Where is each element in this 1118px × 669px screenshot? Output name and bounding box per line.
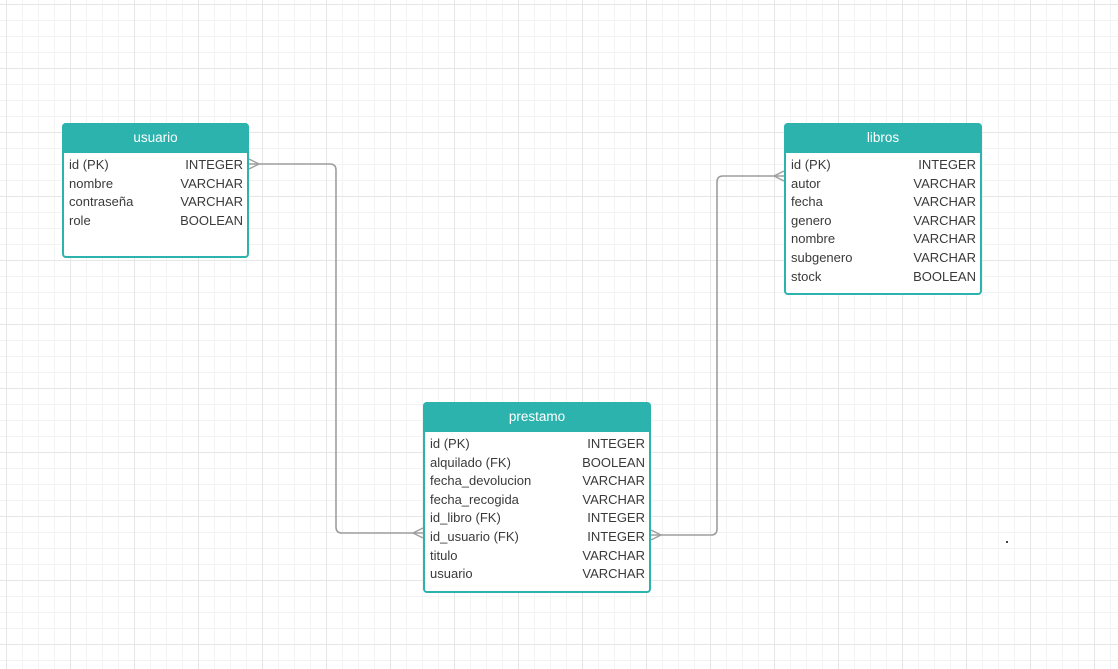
field-row[interactable]: subgenero VARCHAR bbox=[791, 249, 976, 268]
field-row[interactable]: genero VARCHAR bbox=[791, 212, 976, 231]
field-row[interactable]: stock BOOLEAN bbox=[791, 268, 976, 287]
field-row[interactable]: usuario VARCHAR bbox=[430, 565, 645, 584]
field-row[interactable]: role BOOLEAN bbox=[69, 212, 243, 231]
field-name: fecha_devolucion bbox=[430, 473, 532, 489]
field-type: VARCHAR bbox=[180, 175, 243, 191]
entity-prestamo-title[interactable]: prestamo bbox=[423, 402, 651, 432]
field-row[interactable]: nombre VARCHAR bbox=[791, 230, 976, 249]
entity-libros-fields: id (PK) INTEGER autor VARCHAR fecha VARCHAR ge… bbox=[786, 153, 980, 290]
field-name: genero bbox=[791, 212, 832, 228]
diagram-canvas[interactable]: usuario id (PK) INTEGER nombre VARCHAR contr… bbox=[0, 0, 1118, 669]
field-type: VARCHAR bbox=[913, 175, 976, 191]
field-type: VARCHAR bbox=[913, 212, 976, 228]
field-name: id (PK) bbox=[430, 436, 470, 451]
field-name: usuario bbox=[430, 566, 473, 582]
field-type: BOOLEAN bbox=[582, 454, 645, 470]
field-type: VARCHAR bbox=[913, 231, 976, 247]
field-type: INTEGER bbox=[587, 510, 645, 526]
entity-usuario-title[interactable]: usuario bbox=[62, 123, 249, 153]
field-type: VARCHAR bbox=[913, 249, 976, 265]
field-row[interactable]: fecha_devolucion VARCHAR bbox=[430, 472, 645, 491]
field-row[interactable]: nombre VARCHAR bbox=[69, 175, 243, 194]
field-type: INTEGER bbox=[185, 157, 243, 172]
field-name: fecha_recogida bbox=[430, 491, 519, 507]
stray-dot bbox=[1006, 541, 1008, 543]
field-row[interactable]: titulo VARCHAR bbox=[430, 547, 645, 566]
field-row[interactable]: id_usuario (FK) INTEGER bbox=[430, 528, 645, 547]
crows-foot-libros-icon bbox=[772, 170, 785, 182]
field-name: role bbox=[69, 212, 91, 228]
field-type: VARCHAR bbox=[180, 194, 243, 210]
field-name: nombre bbox=[791, 231, 836, 247]
field-name: id_libro (FK) bbox=[430, 510, 501, 526]
field-row[interactable]: id (PK) INTEGER bbox=[791, 156, 976, 175]
field-row[interactable]: alquilado (FK) BOOLEAN bbox=[430, 454, 645, 473]
field-type: VARCHAR bbox=[913, 194, 976, 210]
field-row[interactable]: contraseña VARCHAR bbox=[69, 193, 243, 212]
field-name: titulo bbox=[430, 547, 458, 563]
entity-usuario-fields: id (PK) INTEGER nombre VARCHAR contraseña VAR… bbox=[64, 153, 247, 234]
field-type: INTEGER bbox=[918, 157, 976, 172]
field-name: id (PK) bbox=[791, 157, 831, 172]
entity-prestamo[interactable]: prestamo id (PK) INTEGER alquilado (FK) BOO… bbox=[423, 402, 651, 593]
entity-libros-title[interactable]: libros bbox=[784, 123, 982, 153]
field-type: VARCHAR bbox=[582, 547, 645, 563]
field-row[interactable]: autor VARCHAR bbox=[791, 175, 976, 194]
field-name: contraseña bbox=[69, 194, 134, 210]
entity-prestamo-fields: id (PK) INTEGER alquilado (FK) BOOLEAN fecha… bbox=[425, 432, 649, 588]
crows-foot-prestamo-libros-icon bbox=[650, 529, 663, 541]
field-name: nombre bbox=[69, 175, 114, 191]
crows-foot-usuario-icon bbox=[248, 158, 261, 170]
field-type: INTEGER bbox=[587, 528, 645, 544]
field-row[interactable]: id (PK) INTEGER bbox=[430, 435, 645, 454]
entity-usuario[interactable]: usuario id (PK) INTEGER nombre VARCHAR contr… bbox=[62, 123, 249, 258]
field-name: alquilado (FK) bbox=[430, 454, 511, 470]
field-type: BOOLEAN bbox=[913, 268, 976, 284]
field-name: stock bbox=[791, 268, 822, 284]
field-name: autor bbox=[791, 175, 821, 191]
field-row[interactable]: id_libro (FK) INTEGER bbox=[430, 509, 645, 528]
field-type: BOOLEAN bbox=[180, 212, 243, 228]
crows-foot-prestamo-usuario-icon bbox=[411, 527, 424, 539]
field-row[interactable]: fecha VARCHAR bbox=[791, 193, 976, 212]
entity-libros[interactable]: libros id (PK) INTEGER autor VARCHAR fecha VA… bbox=[784, 123, 982, 295]
field-type: INTEGER bbox=[587, 436, 645, 451]
field-name: fecha bbox=[791, 194, 823, 210]
field-type: VARCHAR bbox=[582, 491, 645, 507]
field-type: VARCHAR bbox=[582, 566, 645, 582]
relationship-usuario-prestamo[interactable] bbox=[249, 163, 423, 534]
field-row[interactable]: fecha_recogida VARCHAR bbox=[430, 491, 645, 510]
field-name: subgenero bbox=[791, 249, 853, 265]
field-name: id_usuario (FK) bbox=[430, 528, 519, 544]
relationship-libros-prestamo[interactable] bbox=[651, 175, 784, 536]
field-name: id (PK) bbox=[69, 157, 109, 172]
field-type: VARCHAR bbox=[582, 473, 645, 489]
field-row[interactable]: id (PK) INTEGER bbox=[69, 156, 243, 175]
